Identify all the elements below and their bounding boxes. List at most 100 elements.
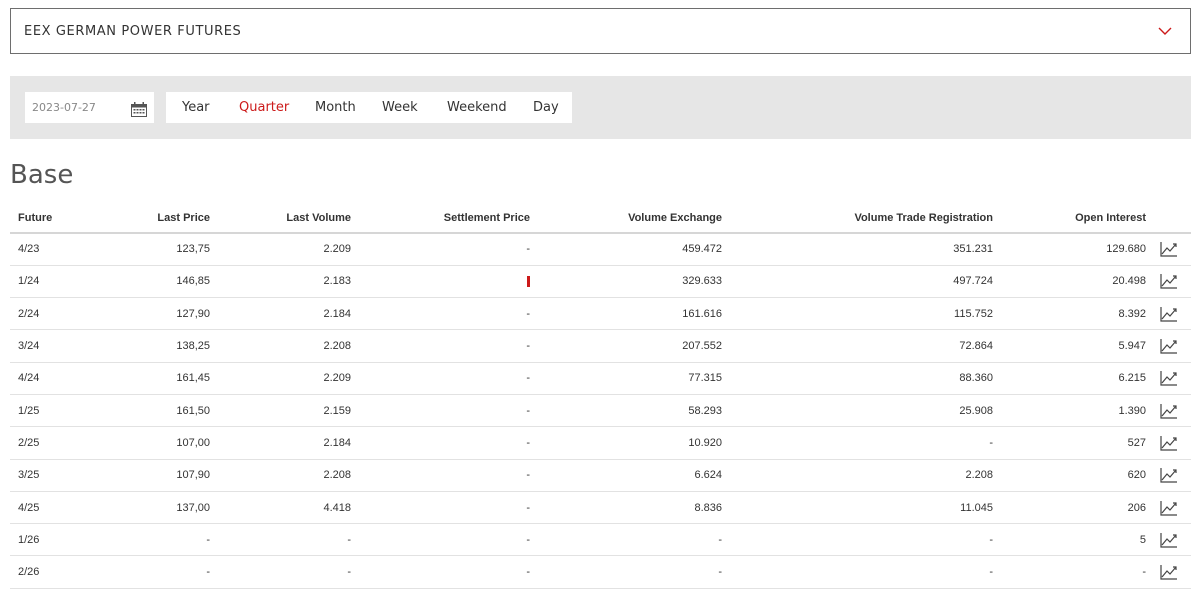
cell-chart bbox=[1146, 329, 1191, 363]
line-chart-icon[interactable] bbox=[1159, 273, 1178, 290]
cell-volume-exchange: 10.920 bbox=[530, 426, 722, 460]
cell-chart bbox=[1146, 523, 1191, 557]
date-input[interactable]: 2023-07-27 bbox=[32, 101, 96, 114]
tab-day[interactable]: Day bbox=[533, 100, 559, 115]
table-row: 2/25 107,00 2.184-10.920-527 bbox=[10, 426, 1191, 460]
col-header-last-price: Last Price bbox=[90, 203, 210, 234]
cell-chart bbox=[1146, 426, 1191, 460]
line-chart-icon[interactable] bbox=[1159, 435, 1178, 451]
cell-volume-trade-registration: 88.360 bbox=[722, 362, 993, 395]
cell-last-volume: 2.183 bbox=[210, 265, 351, 299]
cell-open-interest: 20.498 bbox=[993, 265, 1146, 299]
tab-year[interactable]: Year bbox=[182, 100, 210, 115]
table-row: 4/23 123,75 2.209-459.472 351.231 129.680 bbox=[10, 233, 1191, 266]
cell-chart bbox=[1146, 394, 1191, 428]
cell-open-interest: 5.947 bbox=[993, 329, 1146, 363]
line-chart-icon[interactable] bbox=[1159, 338, 1178, 354]
cell-settlement-price: - bbox=[351, 362, 530, 395]
cell-settlement-price: - bbox=[351, 426, 530, 460]
cell-last-volume: 2.208 bbox=[210, 329, 351, 363]
cell-last-price: 161,45 bbox=[90, 362, 210, 395]
cell-settlement-price: - bbox=[351, 394, 530, 428]
cell-settlement-price: - bbox=[351, 523, 530, 557]
cell-last-price: 161,50 bbox=[90, 394, 210, 428]
chevron-down-icon[interactable] bbox=[1158, 24, 1172, 38]
cell-open-interest: 620 bbox=[993, 459, 1146, 492]
cell-chart bbox=[1146, 297, 1191, 331]
cell-last-volume: - bbox=[210, 555, 351, 589]
cell-volume-trade-registration: - bbox=[722, 555, 993, 589]
cell-volume-exchange: 8.836 bbox=[530, 491, 722, 525]
cell-last-price: - bbox=[90, 555, 210, 589]
section-title: Base bbox=[10, 160, 74, 190]
product-dropdown[interactable]: EEX GERMAN POWER FUTURES bbox=[10, 8, 1191, 54]
cell-open-interest: 6.215 bbox=[993, 362, 1146, 395]
tab-weekend[interactable]: Weekend bbox=[447, 100, 507, 115]
cell-open-interest: 1.390 bbox=[993, 394, 1146, 428]
cell-settlement-price: - bbox=[351, 555, 530, 589]
line-chart-icon[interactable] bbox=[1159, 306, 1178, 322]
cell-settlement-price: - bbox=[351, 297, 530, 331]
cell-volume-exchange: 207.552 bbox=[530, 329, 722, 363]
cell-last-volume: 2.209 bbox=[210, 362, 351, 395]
cell-future: 1/24 bbox=[10, 265, 90, 299]
cell-future: 2/24 bbox=[10, 297, 90, 331]
line-chart-icon[interactable] bbox=[1159, 241, 1178, 257]
line-chart-icon[interactable] bbox=[1159, 500, 1178, 516]
date-picker[interactable]: 2023-07-27 bbox=[25, 92, 154, 123]
cell-open-interest: 527 bbox=[993, 426, 1146, 460]
cell-volume-exchange: 77.315 bbox=[530, 362, 722, 395]
product-title: EEX GERMAN POWER FUTURES bbox=[24, 23, 242, 39]
cell-last-volume: 4.418 bbox=[210, 491, 351, 525]
cell-last-price: 107,90 bbox=[90, 459, 210, 492]
line-chart-icon[interactable] bbox=[1159, 532, 1178, 548]
line-chart-icon[interactable] bbox=[1159, 403, 1178, 419]
cell-volume-trade-registration: 351.231 bbox=[722, 233, 993, 266]
cell-volume-trade-registration: 497.724 bbox=[722, 265, 993, 299]
cell-future: 3/24 bbox=[10, 329, 90, 363]
table-row: 3/24 138,25 2.208-207.552 72.864 5.947 bbox=[10, 329, 1191, 363]
tab-month[interactable]: Month bbox=[315, 100, 356, 115]
cell-chart bbox=[1146, 491, 1191, 525]
cell-future: 4/25 bbox=[10, 491, 90, 525]
cell-volume-trade-registration: 25.908 bbox=[722, 394, 993, 428]
cell-last-volume: 2.184 bbox=[210, 297, 351, 331]
cell-chart bbox=[1146, 265, 1191, 299]
tab-week[interactable]: Week bbox=[382, 100, 418, 115]
calendar-icon[interactable] bbox=[131, 102, 147, 117]
cell-last-volume: 2.184 bbox=[210, 426, 351, 460]
cell-volume-exchange: 459.472 bbox=[530, 233, 722, 266]
cell-last-price: 138,25 bbox=[90, 329, 210, 363]
filter-bar: 2023-07-27 Year Quarter Month Week Weeke… bbox=[10, 76, 1191, 139]
cell-settlement-price: - bbox=[351, 491, 530, 525]
cell-open-interest: 206 bbox=[993, 491, 1146, 525]
table-row: 4/25 137,00 4.418-8.836 11.045 206 bbox=[10, 491, 1191, 525]
cell-open-interest: 8.392 bbox=[993, 297, 1146, 331]
cell-volume-trade-registration: 11.045 bbox=[722, 491, 993, 525]
cell-chart bbox=[1146, 362, 1191, 395]
table-header-row: Future Last Price Last Volume Settlement… bbox=[10, 203, 1191, 234]
cell-last-volume: 2.209 bbox=[210, 233, 351, 266]
cell-future: 1/26 bbox=[10, 523, 90, 557]
col-header-volume-exchange: Volume Exchange bbox=[530, 203, 722, 234]
cell-chart bbox=[1146, 233, 1191, 266]
cell-last-price: 127,90 bbox=[90, 297, 210, 331]
table-row: 1/26- - - - -5 bbox=[10, 523, 1191, 557]
cell-future: 4/24 bbox=[10, 362, 90, 395]
cell-chart bbox=[1146, 459, 1191, 492]
cell-last-price: 123,75 bbox=[90, 233, 210, 266]
table-row: 1/25 161,50 2.159-58.293 25.908 1.390 bbox=[10, 394, 1191, 428]
cell-volume-trade-registration: 72.864 bbox=[722, 329, 993, 363]
line-chart-icon[interactable] bbox=[1159, 370, 1178, 386]
cell-volume-trade-registration: - bbox=[722, 426, 993, 460]
cell-last-price: 146,85 bbox=[90, 265, 210, 299]
cell-last-price: 107,00 bbox=[90, 426, 210, 460]
line-chart-icon[interactable] bbox=[1159, 564, 1178, 580]
cell-volume-exchange: - bbox=[530, 555, 722, 589]
tab-quarter[interactable]: Quarter bbox=[239, 100, 289, 115]
table-row: 2/26- - - - - - bbox=[10, 555, 1191, 589]
cell-open-interest: - bbox=[993, 555, 1146, 589]
cell-volume-exchange: 329.633 bbox=[530, 265, 722, 299]
line-chart-icon[interactable] bbox=[1159, 467, 1178, 483]
cell-settlement-price: - bbox=[351, 233, 530, 266]
